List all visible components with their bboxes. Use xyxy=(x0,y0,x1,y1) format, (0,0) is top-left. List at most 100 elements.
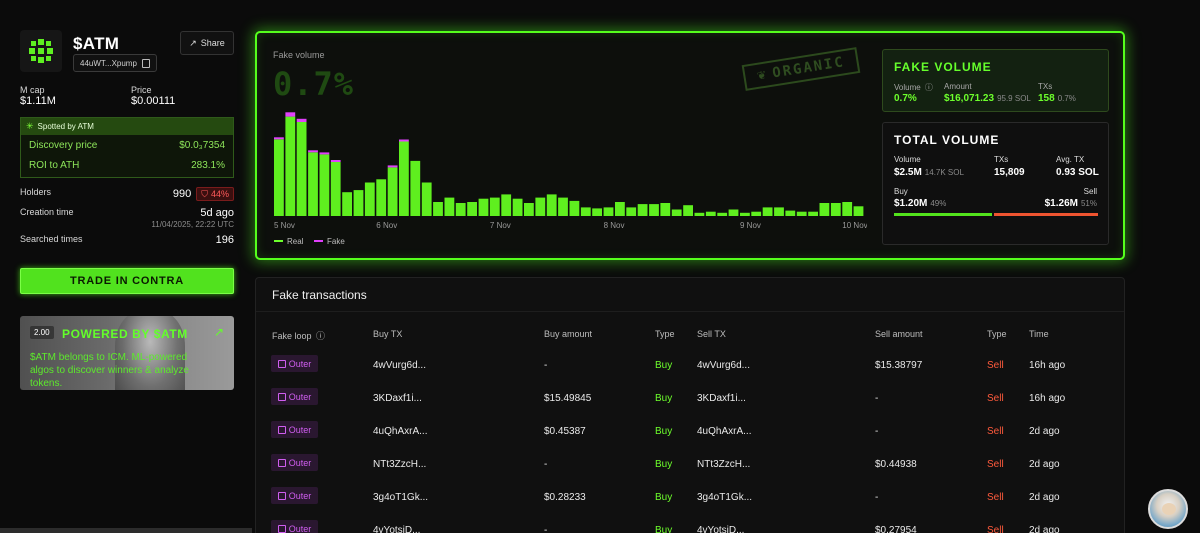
fv-txs-value: 158 xyxy=(1038,93,1055,104)
share-button[interactable]: ↗ Share xyxy=(180,31,234,55)
bar-real xyxy=(694,212,705,216)
atm-logo-icon xyxy=(29,39,53,63)
fv-txs: 158 0.7% xyxy=(1038,93,1076,104)
trade-button[interactable]: TRADE IN CONTRA xyxy=(20,268,234,294)
promo-banner[interactable]: 2.00 POWERED BY $ATM ↗ $ATM belongs to I… xyxy=(20,316,234,390)
share-icon: ↗ xyxy=(189,37,197,48)
tx-sell-hash[interactable]: 4vYotsiD... xyxy=(697,525,744,533)
bar-real xyxy=(819,203,830,216)
tx-buy-amount: $0.28233 xyxy=(544,492,586,503)
bar-real xyxy=(410,160,421,216)
legend-label: Fake xyxy=(327,237,345,246)
holders-value: 990 xyxy=(172,188,192,200)
table-row[interactable]: Outer 4wVurg6d... - Buy 4wVurg6d... $15.38797… xyxy=(256,350,1124,383)
bar-real xyxy=(489,197,500,216)
tv-sell-value: $1.26M xyxy=(1044,198,1078,209)
tx-buy-hash[interactable]: 4wVurg6d... xyxy=(373,360,426,371)
price: Price $0.00111 xyxy=(131,85,175,107)
tx-sell-hash[interactable]: 4wVurg6d... xyxy=(697,360,750,371)
tx-buy-hash[interactable]: 3KDaxf1i... xyxy=(373,393,422,404)
shield-icon: ⛉ xyxy=(201,188,208,199)
tx-sell-hash[interactable]: 3g4oT1Gk... xyxy=(697,492,752,503)
fv-volume-value: 0.7% xyxy=(894,93,917,104)
tx-buy-hash[interactable]: 4uQhAxrA... xyxy=(373,426,427,437)
bar-real xyxy=(455,203,466,216)
tv-buy: $1.20M 49% xyxy=(894,198,946,209)
external-arrow-icon[interactable]: ↗ xyxy=(214,325,224,339)
tv-sell: $1.26M 51% xyxy=(1045,198,1097,209)
bar-real xyxy=(717,212,728,216)
tv-volume-sol: 14.7K SOL xyxy=(924,168,964,177)
col-header-sell-tx: Sell TX xyxy=(697,329,726,339)
table-row[interactable]: Outer NTt3ZzcH... - Buy NTt3ZzcH... $0.44938 S… xyxy=(256,449,1124,482)
bar-real xyxy=(626,207,637,216)
tx-buy-type: Buy xyxy=(655,492,673,503)
bar-real xyxy=(603,207,614,216)
bar-real xyxy=(774,207,784,216)
bar-real xyxy=(842,202,853,216)
fake-transactions-panel: Fake transactions Fake loop ⓘ Buy TX Buy… xyxy=(255,277,1125,533)
bar-real xyxy=(580,207,591,216)
token-address[interactable]: 44uWT...Xpump xyxy=(73,54,157,72)
tx-buy-amount: $0.45387 xyxy=(544,426,586,437)
bar-real xyxy=(387,167,398,216)
mcap-label: M cap xyxy=(20,85,45,95)
col-header-sell-amount: Sell amount xyxy=(875,329,923,339)
bar-real xyxy=(751,211,762,216)
tx-buy-hash[interactable]: NTt3ZzcH... xyxy=(373,459,426,470)
tx-sell-hash[interactable]: NTt3ZzcH... xyxy=(697,459,750,470)
fake-transactions-title: Fake transactions xyxy=(272,288,367,302)
bar-real xyxy=(808,211,818,216)
table-row[interactable]: Outer 3KDaxf1i... $15.49845 Buy 3KDaxf1i... -… xyxy=(256,383,1124,416)
tx-sell-hash[interactable]: 3KDaxf1i... xyxy=(697,393,746,404)
fake-loop-badge: Outer xyxy=(271,355,318,372)
tx-sell-amount: $0.44938 xyxy=(875,459,917,470)
bar-real xyxy=(285,116,296,216)
bar-real xyxy=(740,212,750,216)
bar-real xyxy=(728,209,739,216)
tv-avg-label: Avg. TX xyxy=(1056,155,1085,164)
bar-real xyxy=(637,204,648,216)
tx-buy-hash[interactable]: 3g4oT1Gk... xyxy=(373,492,428,503)
fv-volume-label: Volume ⓘ xyxy=(894,82,933,93)
searched-value: 196 xyxy=(215,234,234,246)
bar-fake xyxy=(319,152,330,155)
info-icon[interactable]: ⓘ xyxy=(925,83,933,92)
fake-loop-label: Outer xyxy=(288,391,312,402)
tx-buy-hash[interactable]: 4vYotsiD... xyxy=(373,525,420,533)
x-tick-label: 9 Nov xyxy=(740,221,761,230)
holders-row: Holders 990 ⛉ 44% xyxy=(20,187,234,201)
bar-fake xyxy=(308,150,318,153)
avatar-face xyxy=(1162,503,1176,515)
fv-txs-label: TXs xyxy=(1038,82,1053,91)
legend-swatch xyxy=(274,240,283,242)
tv-avg-value: 0.93 SOL xyxy=(1056,167,1099,178)
fake-loop-label: Outer xyxy=(288,358,312,369)
info-icon[interactable]: ⓘ xyxy=(316,331,325,341)
copy-icon[interactable] xyxy=(141,58,150,68)
table-row[interactable]: Outer 4uQhAxrA... $0.45387 Buy 4uQhAxrA... - S… xyxy=(256,416,1124,449)
user-avatar[interactable] xyxy=(1148,489,1188,529)
tx-sell-type: Sell xyxy=(987,492,1004,503)
table-row[interactable]: Outer 4vYotsiD... - Buy 4vYotsiD... $0.27954 S… xyxy=(256,515,1124,533)
tx-sell-type: Sell xyxy=(987,459,1004,470)
discovery-label: Discovery price xyxy=(29,139,98,151)
bar-real xyxy=(524,203,534,216)
bar-real xyxy=(467,202,477,216)
tx-time: 2d ago xyxy=(1029,426,1060,437)
tx-sell-amount: - xyxy=(875,426,879,437)
col-header-fake-loop-text: Fake loop xyxy=(272,331,312,341)
total-volume-title: TOTAL VOLUME xyxy=(894,133,1000,147)
spotted-title: Spotted by ATM xyxy=(37,122,94,131)
table-row[interactable]: Outer 3g4oT1Gk... $0.28233 Buy 3g4oT1Gk... - S… xyxy=(256,482,1124,515)
bar-real xyxy=(592,208,602,216)
holders-badge-value: 44% xyxy=(210,189,229,199)
fv-amount-label: Amount xyxy=(944,82,972,91)
market-cap: M cap $1.11M xyxy=(20,85,56,107)
roi-label: ROI to ATH xyxy=(29,159,80,171)
tx-buy-amount: - xyxy=(544,525,548,533)
fake-volume-title: FAKE VOLUME xyxy=(894,60,992,74)
tx-sell-hash[interactable]: 4uQhAxrA... xyxy=(697,426,751,437)
tx-buy-type: Buy xyxy=(655,360,673,371)
legend-label: Real xyxy=(287,237,304,246)
